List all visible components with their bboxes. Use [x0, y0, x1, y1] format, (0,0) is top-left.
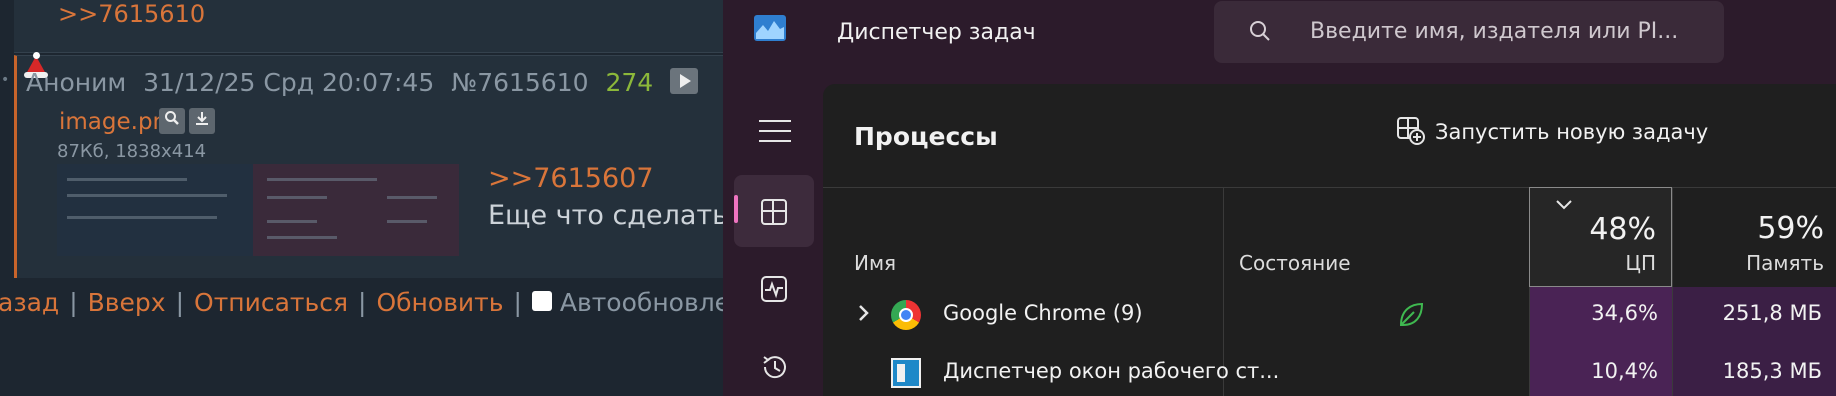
process-cpu: 34,6% — [1591, 301, 1658, 325]
task-manager-window: Диспетчер задач Введите имя, издателя ил… — [723, 0, 1836, 396]
process-cpu-cell: 10,4% — [1530, 345, 1672, 396]
hamburger-menu-icon[interactable] — [759, 120, 791, 142]
post-marker-icon: • — [1, 72, 10, 88]
header-divider — [823, 187, 1836, 188]
table-row[interactable]: Диспетчер окон рабочего ст... 10,4% 185,… — [823, 345, 1836, 396]
app-history-icon[interactable] — [760, 352, 790, 382]
search-input[interactable]: Введите имя, издателя или PI... — [1214, 1, 1724, 63]
task-manager-logo-icon — [754, 15, 786, 41]
processes-panel: Процессы Запустить новую задачу Имя Сост… — [823, 84, 1836, 396]
post-number[interactable]: №7615610 — [451, 68, 588, 97]
column-header-cpu[interactable]: 48% ЦП — [1529, 187, 1672, 287]
post-likes[interactable]: 274 — [605, 68, 653, 97]
process-memory: 185,3 МБ — [1722, 359, 1822, 383]
sort-chevron-down-icon — [1556, 200, 1572, 210]
process-cpu: 10,4% — [1591, 359, 1658, 383]
process-memory-cell: 251,8 МБ — [1673, 287, 1836, 345]
processes-icon — [761, 199, 787, 225]
performance-icon[interactable] — [760, 275, 788, 303]
search-placeholder: Введите имя, издателя или PI... — [1310, 19, 1679, 44]
cpu-total: 48% — [1589, 212, 1656, 247]
memory-total[interactable]: 59% — [1757, 211, 1824, 246]
play-icon[interactable] — [670, 68, 699, 94]
search-icon — [1250, 21, 1270, 41]
dwm-icon — [891, 358, 921, 388]
window-title: Диспетчер задач — [837, 20, 1036, 45]
expand-chevron-right-icon[interactable] — [857, 303, 871, 323]
cpu-label: ЦП — [1625, 251, 1656, 275]
run-new-task-label: Запустить новую задачу — [1435, 120, 1709, 144]
attachment-thumbnail[interactable] — [57, 164, 459, 256]
memory-label[interactable]: Память — [1746, 251, 1824, 275]
prev-reply-link[interactable]: >>7615610 — [58, 0, 205, 28]
column-header-name[interactable]: Имя — [854, 251, 896, 275]
post-header: Аноним 31/12/25 Срд 20:07:45 №7615610 27… — [26, 68, 707, 97]
process-name: Google Chrome (9) — [943, 301, 1143, 325]
autoupdate-label: Автообновление — [559, 288, 725, 317]
nav-selection-indicator — [734, 195, 738, 223]
efficiency-mode-leaf-icon — [1399, 302, 1424, 326]
column-header-state[interactable]: Состояние — [1239, 251, 1351, 275]
attachment-meta: 87Кб, 1838x414 — [57, 141, 207, 162]
post-message: Еще что сделать? — [488, 200, 725, 231]
process-memory: 251,8 МБ — [1722, 301, 1822, 325]
section-title: Процессы — [854, 122, 998, 151]
post-author: Аноним — [26, 68, 127, 97]
search-image-icon[interactable] — [159, 108, 185, 134]
nav-top-link[interactable]: Вверх — [88, 288, 166, 317]
new-task-icon — [1397, 117, 1425, 145]
nav-unsubscribe-link[interactable]: Отписаться — [194, 288, 348, 317]
reply-quote-link[interactable]: >>7615607 — [488, 163, 654, 194]
process-cpu-cell: 34,6% — [1530, 287, 1672, 345]
imageboard-thread: >>7615610 • Аноним 31/12/25 Срд 20:07:45… — [0, 0, 725, 396]
post-date: 31/12/25 Срд 20:07:45 — [143, 68, 435, 97]
process-memory-cell: 185,3 МБ — [1673, 345, 1836, 396]
chrome-icon — [891, 300, 921, 330]
process-name: Диспетчер окон рабочего ст... — [943, 359, 1280, 383]
thread-nav: азад | Вверх | Отписаться | Обновить | Автообнов… — [0, 288, 725, 317]
nav-refresh-link[interactable]: Обновить — [376, 288, 503, 317]
autoupdate-checkbox[interactable] — [531, 291, 552, 311]
nav-back-link[interactable]: азад — [0, 288, 59, 317]
download-icon[interactable] — [189, 108, 215, 134]
table-row[interactable]: Google Chrome (9) 34,6% 251,8 МБ — [823, 287, 1836, 345]
previous-post: >>7615610 — [14, 0, 725, 53]
run-new-task-button[interactable]: Запустить новую задачу — [1397, 117, 1709, 147]
